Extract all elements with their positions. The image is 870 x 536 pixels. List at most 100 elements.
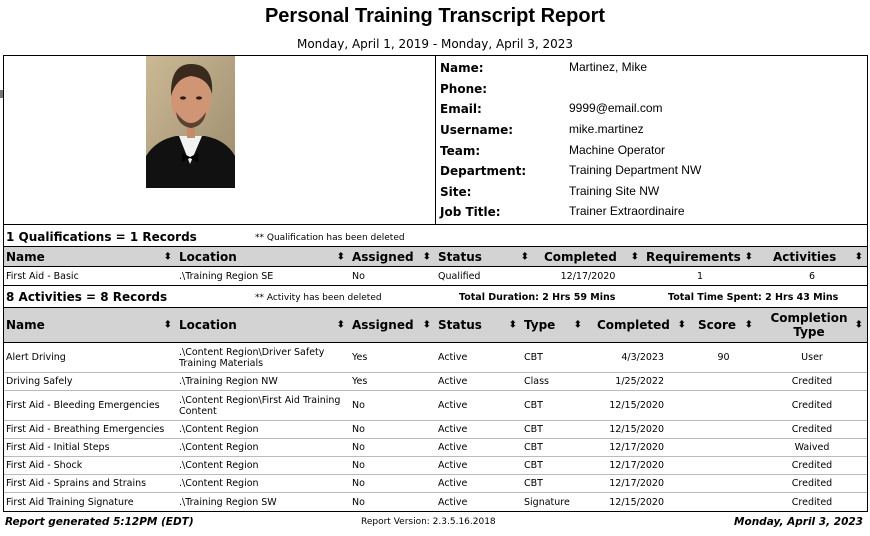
col-header-assigned[interactable]: Assigned ⬍ [349,308,435,342]
col-header-status[interactable]: Status ⬍ [435,247,533,266]
cell-type: CBT [524,460,543,471]
activities-summary: 8 Activities = 8 Records ** Activity has… [4,287,867,307]
cell-assigned: No [352,478,365,489]
col-header-label: Status [438,318,482,332]
cell-status: Active [438,460,468,471]
col-header-name[interactable]: Name ⬍ [4,247,176,266]
profile-section: Name: Martinez, Mike Phone: Email: 9999@… [4,56,867,225]
col-header-label: Name [6,318,45,332]
sort-arrows-icon[interactable]: ⬍ [423,320,431,331]
cell-location: .\Training Region NW [179,376,278,387]
table-row: First Aid - Bleeding Emergencies .\Conte… [4,391,867,421]
sort-arrows-icon[interactable]: ⬍ [631,251,639,262]
activities-count: 8 Activities = 8 Records [6,290,168,304]
cell-assigned: No [352,460,365,471]
cell-score: 90 [717,352,730,363]
cell-location: .\Content Region\Driver Safety Training … [179,346,325,369]
sort-arrows-icon[interactable]: ⬍ [678,320,686,331]
sort-arrows-icon[interactable]: ⬍ [855,320,863,331]
cell-completed: 12/15/2020 [609,424,664,435]
cell-assigned: No [352,442,365,453]
info-value: Training Department NW [569,163,702,177]
col-header-label: Assigned [352,318,414,332]
info-value: Training Site NW [569,184,660,198]
info-label: Phone: [440,82,488,96]
col-header-location[interactable]: Location ⬍ [176,308,349,342]
col-header-assigned[interactable]: Assigned ⬍ [349,247,435,266]
info-row-name: Name: Martinez, Mike [440,58,866,78]
col-header-completed[interactable]: Completed ⬍ [533,247,643,266]
col-header-label: Completed [544,249,617,264]
col-header-completion-type[interactable]: Completion Type ⬍ [757,308,867,342]
cell-type: CBT [524,424,543,435]
cell-score [690,457,757,474]
col-header-type[interactable]: Type ⬍ [521,308,586,342]
sort-arrows-icon[interactable]: ⬍ [745,251,753,262]
report-date: Monday, April 3, 2023 [734,516,863,528]
sort-arrows-icon[interactable]: ⬍ [509,320,517,331]
col-header-label: Activities [773,249,837,264]
sort-arrows-icon[interactable]: ⬍ [164,251,172,262]
info-row-team: Team: Machine Operator [440,141,866,161]
info-label: Site: [440,185,472,199]
info-row-username: Username: mike.martinez [440,120,866,140]
cell-name: First Aid - Basic [6,270,79,282]
sort-arrows-icon[interactable]: ⬍ [855,251,863,262]
cell-completed: 12/17/2020 [609,478,664,489]
cell-assigned: No [352,424,365,435]
col-header-label: Assigned [352,249,414,264]
cell-completed: 12/17/2020 [609,442,664,453]
sort-arrows-icon[interactable]: ⬍ [521,251,529,262]
cell-completion-type: Waived [794,442,830,453]
info-row-department: Department: Training Department NW [440,161,866,181]
transcript-frame: Name: Martinez, Mike Phone: Email: 9999@… [3,55,868,512]
cell-name: Alert Driving [6,352,66,363]
report-version: Report Version: 2.3.5.16.2018 [361,517,496,527]
table-row: First Aid - Breathing Emergencies .\Cont… [4,421,867,439]
sort-arrows-icon[interactable]: ⬍ [745,320,753,331]
sort-arrows-icon[interactable]: ⬍ [574,320,582,331]
cell-location: .\Content Region [179,478,259,489]
sort-arrows-icon[interactable]: ⬍ [337,251,345,262]
info-label: Email: [440,102,482,116]
info-row-site: Site: Training Site NW [440,182,866,202]
col-header-score[interactable]: Score ⬍ [690,308,757,342]
report-title: Personal Training Transcript Report [264,5,606,27]
cell-status: Active [438,442,468,453]
col-header-activities[interactable]: Activities ⬍ [757,247,867,266]
report-generated-time: Report generated 5:12PM (EDT) [5,516,194,528]
col-header-label: Location [179,249,237,264]
cell-status: Active [438,424,468,435]
cell-score [690,373,757,390]
cell-score [690,493,757,511]
cell-completion-type: Credited [791,424,833,435]
cell-type: CBT [524,352,543,363]
cell-requirements: 1 [696,270,704,282]
col-header-status[interactable]: Status ⬍ [435,308,521,342]
table-row: First Aid - Sprains and Strains .\Conten… [4,475,867,493]
cell-activities: 6 [808,270,816,282]
profile-photo [146,56,235,188]
cell-type: CBT [524,400,543,411]
sort-arrows-icon[interactable]: ⬍ [337,320,345,331]
info-value: Martinez, Mike [569,60,648,74]
col-header-label: Requirements [646,249,741,264]
profile-info: Name: Martinez, Mike Phone: Email: 9999@… [440,56,866,224]
report-date-range: Monday, April 1, 2019 - Monday, April 3,… [296,37,574,51]
cell-completed: 1/25/2022 [615,376,664,387]
col-header-location[interactable]: Location ⬍ [176,247,349,266]
qualifications-note: ** Qualification has been deleted [255,233,405,243]
cell-location: .\Content Region [179,442,259,453]
col-header-name[interactable]: Name ⬍ [4,308,176,342]
col-header-requirements[interactable]: Requirements ⬍ [643,247,757,266]
cell-location: .\Content Region [179,424,259,435]
sort-arrows-icon[interactable]: ⬍ [164,320,172,331]
cell-completion-type: Credited [791,496,833,508]
cell-status: Active [438,400,468,411]
col-header-completed[interactable]: Completed ⬍ [586,308,690,342]
cell-location: .\Content Region\First Aid Training Cont… [179,394,341,417]
activities-note: ** Activity has been deleted [255,293,382,303]
sort-arrows-icon[interactable]: ⬍ [423,251,431,262]
col-header-label: Name [6,249,45,264]
cell-assigned: No [352,496,365,508]
